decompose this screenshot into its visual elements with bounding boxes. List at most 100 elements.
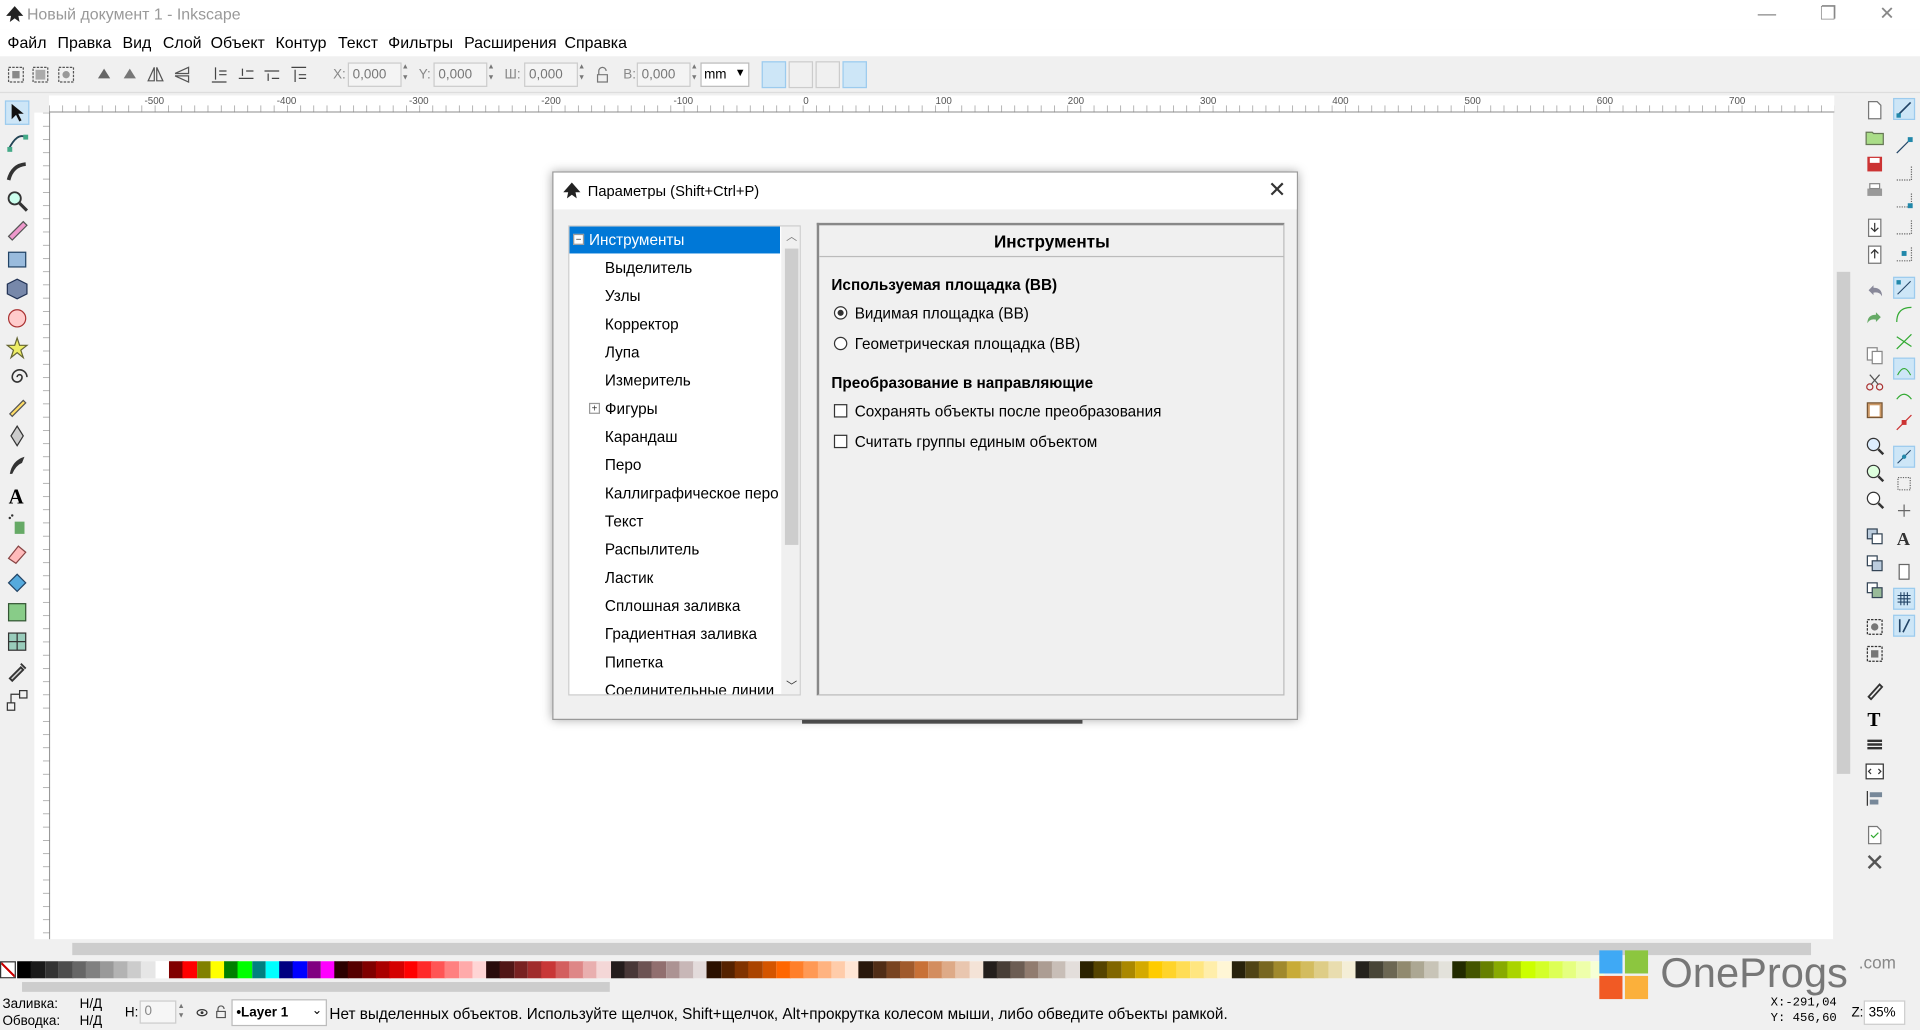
transform-patterns-toggle[interactable]: [842, 61, 867, 89]
color-swatch[interactable]: [900, 961, 915, 979]
color-swatch[interactable]: [1452, 961, 1467, 979]
dialog-title-bar[interactable]: Параметры (Shift+Ctrl+P) ✕: [553, 172, 1297, 210]
snap-guides-icon[interactable]: [1893, 614, 1916, 637]
color-swatch[interactable]: [707, 961, 722, 979]
color-swatch[interactable]: [1521, 961, 1536, 979]
opacity-field[interactable]: 0: [139, 1000, 177, 1024]
color-swatch[interactable]: [141, 961, 156, 979]
tweak-tool-icon[interactable]: [5, 159, 29, 183]
close-window-button[interactable]: ✕: [1859, 0, 1915, 29]
menu-file[interactable]: Файл: [7, 33, 46, 51]
copy-icon[interactable]: [1865, 345, 1885, 365]
scale-stroke-toggle[interactable]: [761, 61, 787, 89]
color-swatch[interactable]: [265, 961, 280, 979]
tree-item-tools[interactable]: − Инструменты: [569, 226, 781, 254]
checkbox-icon[interactable]: [833, 434, 848, 449]
print-icon[interactable]: [1865, 181, 1885, 201]
group-icon[interactable]: [1865, 617, 1885, 637]
color-swatch[interactable]: [1535, 961, 1550, 979]
3d-box-tool-icon[interactable]: [5, 277, 29, 301]
snap-nodes-icon[interactable]: [1893, 276, 1916, 299]
menu-edit[interactable]: Правка: [58, 33, 112, 51]
expand-icon[interactable]: +: [588, 402, 601, 414]
color-swatch[interactable]: [320, 961, 336, 979]
selector-tool-icon[interactable]: [4, 100, 30, 125]
gradient-tool-icon[interactable]: [5, 600, 29, 624]
zoom-tool-icon[interactable]: [5, 189, 29, 213]
eye-icon[interactable]: [196, 1007, 208, 1019]
color-swatch[interactable]: [1259, 961, 1274, 979]
color-swatch[interactable]: [1231, 961, 1246, 979]
color-swatch[interactable]: [1024, 961, 1039, 979]
snap-enable-icon[interactable]: [1893, 97, 1916, 121]
y-field[interactable]: 0,000: [433, 62, 488, 87]
color-swatch[interactable]: [1424, 961, 1440, 979]
color-swatch[interactable]: [845, 961, 860, 979]
layers-icon[interactable]: [1865, 735, 1885, 755]
color-swatch[interactable]: [1079, 961, 1095, 979]
color-swatch[interactable]: [1369, 961, 1384, 979]
snap-paths-icon[interactable]: [1893, 304, 1915, 326]
color-swatch[interactable]: [638, 961, 653, 979]
color-swatch[interactable]: [1148, 961, 1164, 979]
color-swatch[interactable]: [1217, 961, 1233, 979]
color-swatch[interactable]: [500, 961, 515, 979]
scroll-up-icon[interactable]: ︿: [786, 228, 797, 244]
color-swatch[interactable]: [444, 961, 460, 979]
flip-horizontal-icon[interactable]: [144, 64, 166, 86]
color-swatch[interactable]: [555, 961, 570, 979]
preferences-icon[interactable]: [1865, 852, 1885, 872]
tree-scroll-thumb[interactable]: [784, 248, 799, 545]
color-swatch[interactable]: [1507, 961, 1522, 979]
color-swatch[interactable]: [1383, 961, 1398, 979]
zoom-field[interactable]: 35%: [1863, 1000, 1906, 1025]
y-spinner[interactable]: ▲ ▼: [485, 62, 497, 86]
zoom-drawing-icon[interactable]: [1865, 463, 1885, 483]
width-spinner[interactable]: ▲ ▼: [576, 62, 588, 86]
color-swatch[interactable]: [1466, 961, 1481, 979]
tree-item-calligraphy[interactable]: Каллиграфическое перо: [569, 480, 780, 507]
color-swatch[interactable]: [886, 961, 901, 979]
opacity-spinner[interactable]: ▲ ▼: [178, 1002, 185, 1022]
scroll-down-icon[interactable]: ﹀: [786, 677, 797, 693]
dropper-tool-icon[interactable]: [5, 659, 29, 683]
tree-item-pen[interactable]: Перо: [569, 452, 780, 479]
color-swatch[interactable]: [155, 961, 170, 979]
color-swatch[interactable]: [1190, 961, 1205, 979]
color-swatch[interactable]: [582, 961, 598, 979]
snap-object-center-icon[interactable]: [1893, 473, 1915, 495]
radio-visual-bbox[interactable]: Видимая площадка (ВВ): [833, 305, 1029, 322]
ellipse-tool-icon[interactable]: [5, 306, 29, 330]
flip-vertical-icon[interactable]: [171, 64, 193, 86]
vscroll-thumb[interactable]: [1836, 271, 1851, 774]
color-swatch[interactable]: [1107, 961, 1122, 979]
color-swatch[interactable]: [955, 961, 970, 979]
color-swatch[interactable]: [348, 961, 363, 979]
unit-select[interactable]: mm ▼: [700, 62, 750, 87]
color-swatch[interactable]: [624, 961, 639, 979]
color-swatch[interactable]: [72, 961, 87, 979]
color-swatch[interactable]: [693, 961, 708, 979]
color-swatch[interactable]: [168, 961, 184, 979]
color-swatch[interactable]: [389, 961, 405, 979]
rotate-cw-icon[interactable]: [119, 64, 141, 86]
height-spinner[interactable]: ▲ ▼: [688, 62, 700, 86]
color-swatch[interactable]: [1341, 961, 1357, 979]
pencil-tool-icon[interactable]: [5, 394, 29, 418]
color-swatch[interactable]: [541, 961, 556, 979]
color-swatch[interactable]: [762, 961, 777, 979]
color-swatch[interactable]: [996, 961, 1012, 979]
color-swatch[interactable]: [1093, 961, 1108, 979]
color-swatch[interactable]: [1038, 961, 1053, 979]
color-swatch[interactable]: [1314, 961, 1329, 979]
snap-page-border-icon[interactable]: [1893, 561, 1915, 583]
color-swatch[interactable]: [334, 961, 349, 979]
color-swatch[interactable]: [182, 961, 198, 979]
tree-item-pencil[interactable]: Карандаш: [569, 424, 780, 451]
color-swatch[interactable]: [30, 961, 46, 979]
text-font-icon[interactable]: T: [1865, 708, 1885, 728]
color-swatch[interactable]: [237, 961, 253, 979]
x-field[interactable]: 0,000: [347, 62, 402, 87]
lower-to-bottom-icon[interactable]: [208, 64, 230, 86]
color-swatch[interactable]: [279, 961, 294, 979]
